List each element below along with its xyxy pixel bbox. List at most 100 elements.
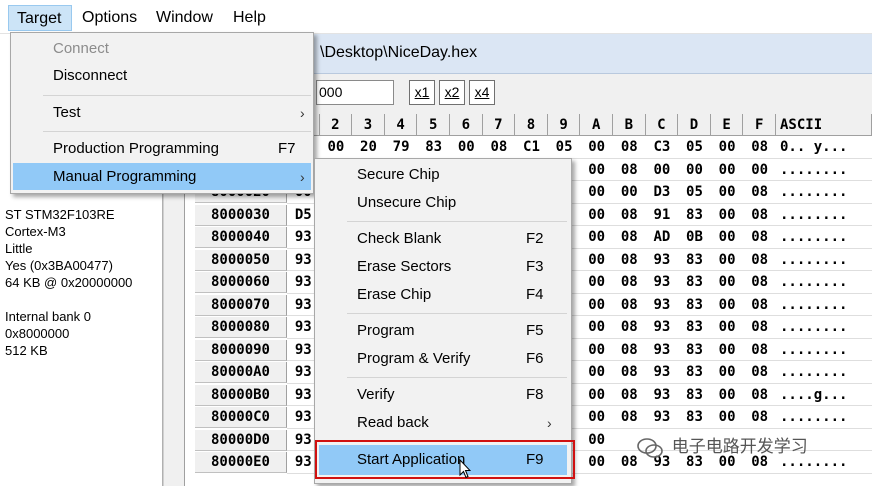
menu-target[interactable]: Target bbox=[8, 5, 72, 31]
hex-cell[interactable]: 08 bbox=[743, 226, 776, 248]
hex-cell[interactable]: 08 bbox=[613, 271, 646, 293]
address-field[interactable]: 000 bbox=[316, 80, 394, 105]
hex-cell[interactable]: 91 bbox=[646, 204, 679, 226]
hex-cell[interactable]: 83 bbox=[678, 361, 711, 383]
hex-cell[interactable]: 08 bbox=[743, 204, 776, 226]
hex-cell[interactable]: 00 bbox=[711, 294, 744, 316]
hex-cell[interactable]: 20 bbox=[352, 136, 385, 158]
menu-item-program-verify[interactable]: Program & Verify bbox=[357, 346, 470, 372]
hex-cell[interactable]: 08 bbox=[613, 249, 646, 271]
menu-item-connect[interactable]: Connect bbox=[53, 36, 109, 62]
hex-cell[interactable]: 08 bbox=[743, 361, 776, 383]
hex-cell[interactable]: 79 bbox=[385, 136, 418, 158]
hex-cell[interactable]: 93 bbox=[646, 339, 679, 361]
hex-cell[interactable]: C1 bbox=[515, 136, 548, 158]
hex-cell[interactable]: 00 bbox=[580, 159, 613, 181]
hex-cell[interactable]: 00 bbox=[711, 316, 744, 338]
menu-item-erase-sectors[interactable]: Erase Sectors bbox=[357, 254, 451, 280]
hex-cell[interactable]: 83 bbox=[417, 136, 450, 158]
hex-cell[interactable]: 05 bbox=[548, 136, 581, 158]
hex-cell[interactable]: 00 bbox=[580, 361, 613, 383]
hex-cell[interactable]: 08 bbox=[613, 136, 646, 158]
menu-item-verify[interactable]: Verify bbox=[357, 382, 395, 408]
hex-cell[interactable]: 08 bbox=[613, 339, 646, 361]
hex-cell[interactable]: 00 bbox=[711, 339, 744, 361]
hex-cell[interactable]: 83 bbox=[678, 294, 711, 316]
hex-cell[interactable]: 00 bbox=[711, 361, 744, 383]
menu-item-unsecure-chip[interactable]: Unsecure Chip bbox=[357, 190, 456, 216]
hex-cell[interactable]: 08 bbox=[743, 249, 776, 271]
hex-cell[interactable]: 00 bbox=[580, 249, 613, 271]
hex-cell[interactable]: 08 bbox=[613, 159, 646, 181]
menu-item-program[interactable]: Program bbox=[357, 318, 415, 344]
hex-cell[interactable]: 00 bbox=[711, 384, 744, 406]
hex-cell[interactable]: 08 bbox=[613, 384, 646, 406]
menu-item-manual-programming[interactable]: Manual Programming bbox=[53, 164, 196, 190]
hex-cell[interactable]: 00 bbox=[613, 181, 646, 203]
hex-cell[interactable]: 08 bbox=[613, 361, 646, 383]
menu-item-check-blank[interactable]: Check Blank bbox=[357, 226, 441, 252]
hex-cell[interactable]: 83 bbox=[678, 316, 711, 338]
menu-item-production-programming[interactable]: Production Programming bbox=[53, 136, 219, 162]
hex-cell[interactable]: 00 bbox=[580, 451, 613, 473]
menu-item-read-back[interactable]: Read back bbox=[357, 410, 429, 436]
hex-cell[interactable]: 08 bbox=[743, 406, 776, 428]
hex-cell[interactable]: 83 bbox=[678, 271, 711, 293]
hex-cell[interactable]: 08 bbox=[613, 316, 646, 338]
hex-cell[interactable]: 93 bbox=[646, 271, 679, 293]
hex-cell[interactable]: 00 bbox=[646, 159, 679, 181]
hex-cell[interactable]: 08 bbox=[613, 204, 646, 226]
hex-cell[interactable]: 93 bbox=[646, 249, 679, 271]
hex-cell[interactable]: 83 bbox=[678, 249, 711, 271]
hex-cell[interactable]: 83 bbox=[678, 204, 711, 226]
zoom-x2-button[interactable]: x2 bbox=[439, 80, 465, 105]
hex-cell[interactable]: 08 bbox=[613, 406, 646, 428]
hex-cell[interactable]: 00 bbox=[580, 339, 613, 361]
hex-cell[interactable]: 08 bbox=[743, 181, 776, 203]
menu-help[interactable]: Help bbox=[233, 5, 266, 31]
hex-cell[interactable]: 0B bbox=[678, 226, 711, 248]
hex-cell[interactable]: 00 bbox=[320, 136, 353, 158]
hex-cell[interactable]: 00 bbox=[580, 181, 613, 203]
hex-cell[interactable]: 00 bbox=[711, 406, 744, 428]
menu-item-disconnect[interactable]: Disconnect bbox=[53, 63, 127, 89]
hex-cell[interactable]: 00 bbox=[580, 136, 613, 158]
hex-cell[interactable]: 83 bbox=[678, 406, 711, 428]
hex-cell[interactable]: 93 bbox=[646, 384, 679, 406]
hex-cell[interactable]: 00 bbox=[580, 226, 613, 248]
hex-cell[interactable]: 00 bbox=[580, 294, 613, 316]
menu-item-secure-chip[interactable]: Secure Chip bbox=[357, 162, 440, 188]
hex-cell[interactable]: 00 bbox=[580, 316, 613, 338]
menu-item-erase-chip[interactable]: Erase Chip bbox=[357, 282, 431, 308]
hex-cell[interactable]: AD bbox=[646, 226, 679, 248]
hex-cell[interactable]: 00 bbox=[711, 159, 744, 181]
hex-cell[interactable]: D3 bbox=[646, 181, 679, 203]
menu-options[interactable]: Options bbox=[82, 5, 137, 31]
hex-cell[interactable]: 08 bbox=[743, 271, 776, 293]
menu-window[interactable]: Window bbox=[156, 5, 213, 31]
hex-cell[interactable]: 08 bbox=[613, 226, 646, 248]
hex-cell[interactable]: 00 bbox=[711, 136, 744, 158]
hex-cell[interactable]: 00 bbox=[711, 249, 744, 271]
hex-cell[interactable]: 00 bbox=[580, 384, 613, 406]
hex-cell[interactable]: 00 bbox=[711, 204, 744, 226]
hex-cell[interactable]: 08 bbox=[743, 136, 776, 158]
hex-cell[interactable]: 08 bbox=[743, 294, 776, 316]
hex-cell[interactable]: 05 bbox=[678, 136, 711, 158]
hex-cell[interactable]: 93 bbox=[646, 406, 679, 428]
menu-item-test[interactable]: Test bbox=[53, 100, 81, 126]
hex-cell[interactable]: 08 bbox=[483, 136, 516, 158]
hex-cell[interactable]: 00 bbox=[711, 181, 744, 203]
hex-cell[interactable]: 83 bbox=[678, 339, 711, 361]
hex-cell[interactable]: 00 bbox=[580, 271, 613, 293]
hex-cell[interactable]: 00 bbox=[580, 429, 613, 451]
hex-cell[interactable]: 08 bbox=[613, 294, 646, 316]
hex-cell[interactable]: C3 bbox=[646, 136, 679, 158]
hex-cell[interactable]: 83 bbox=[678, 384, 711, 406]
hex-cell[interactable]: 93 bbox=[646, 361, 679, 383]
hex-cell[interactable]: 08 bbox=[743, 339, 776, 361]
hex-cell[interactable]: 08 bbox=[743, 384, 776, 406]
hex-cell[interactable]: 05 bbox=[678, 181, 711, 203]
hex-cell[interactable]: 08 bbox=[743, 316, 776, 338]
hex-cell[interactable]: 00 bbox=[580, 204, 613, 226]
